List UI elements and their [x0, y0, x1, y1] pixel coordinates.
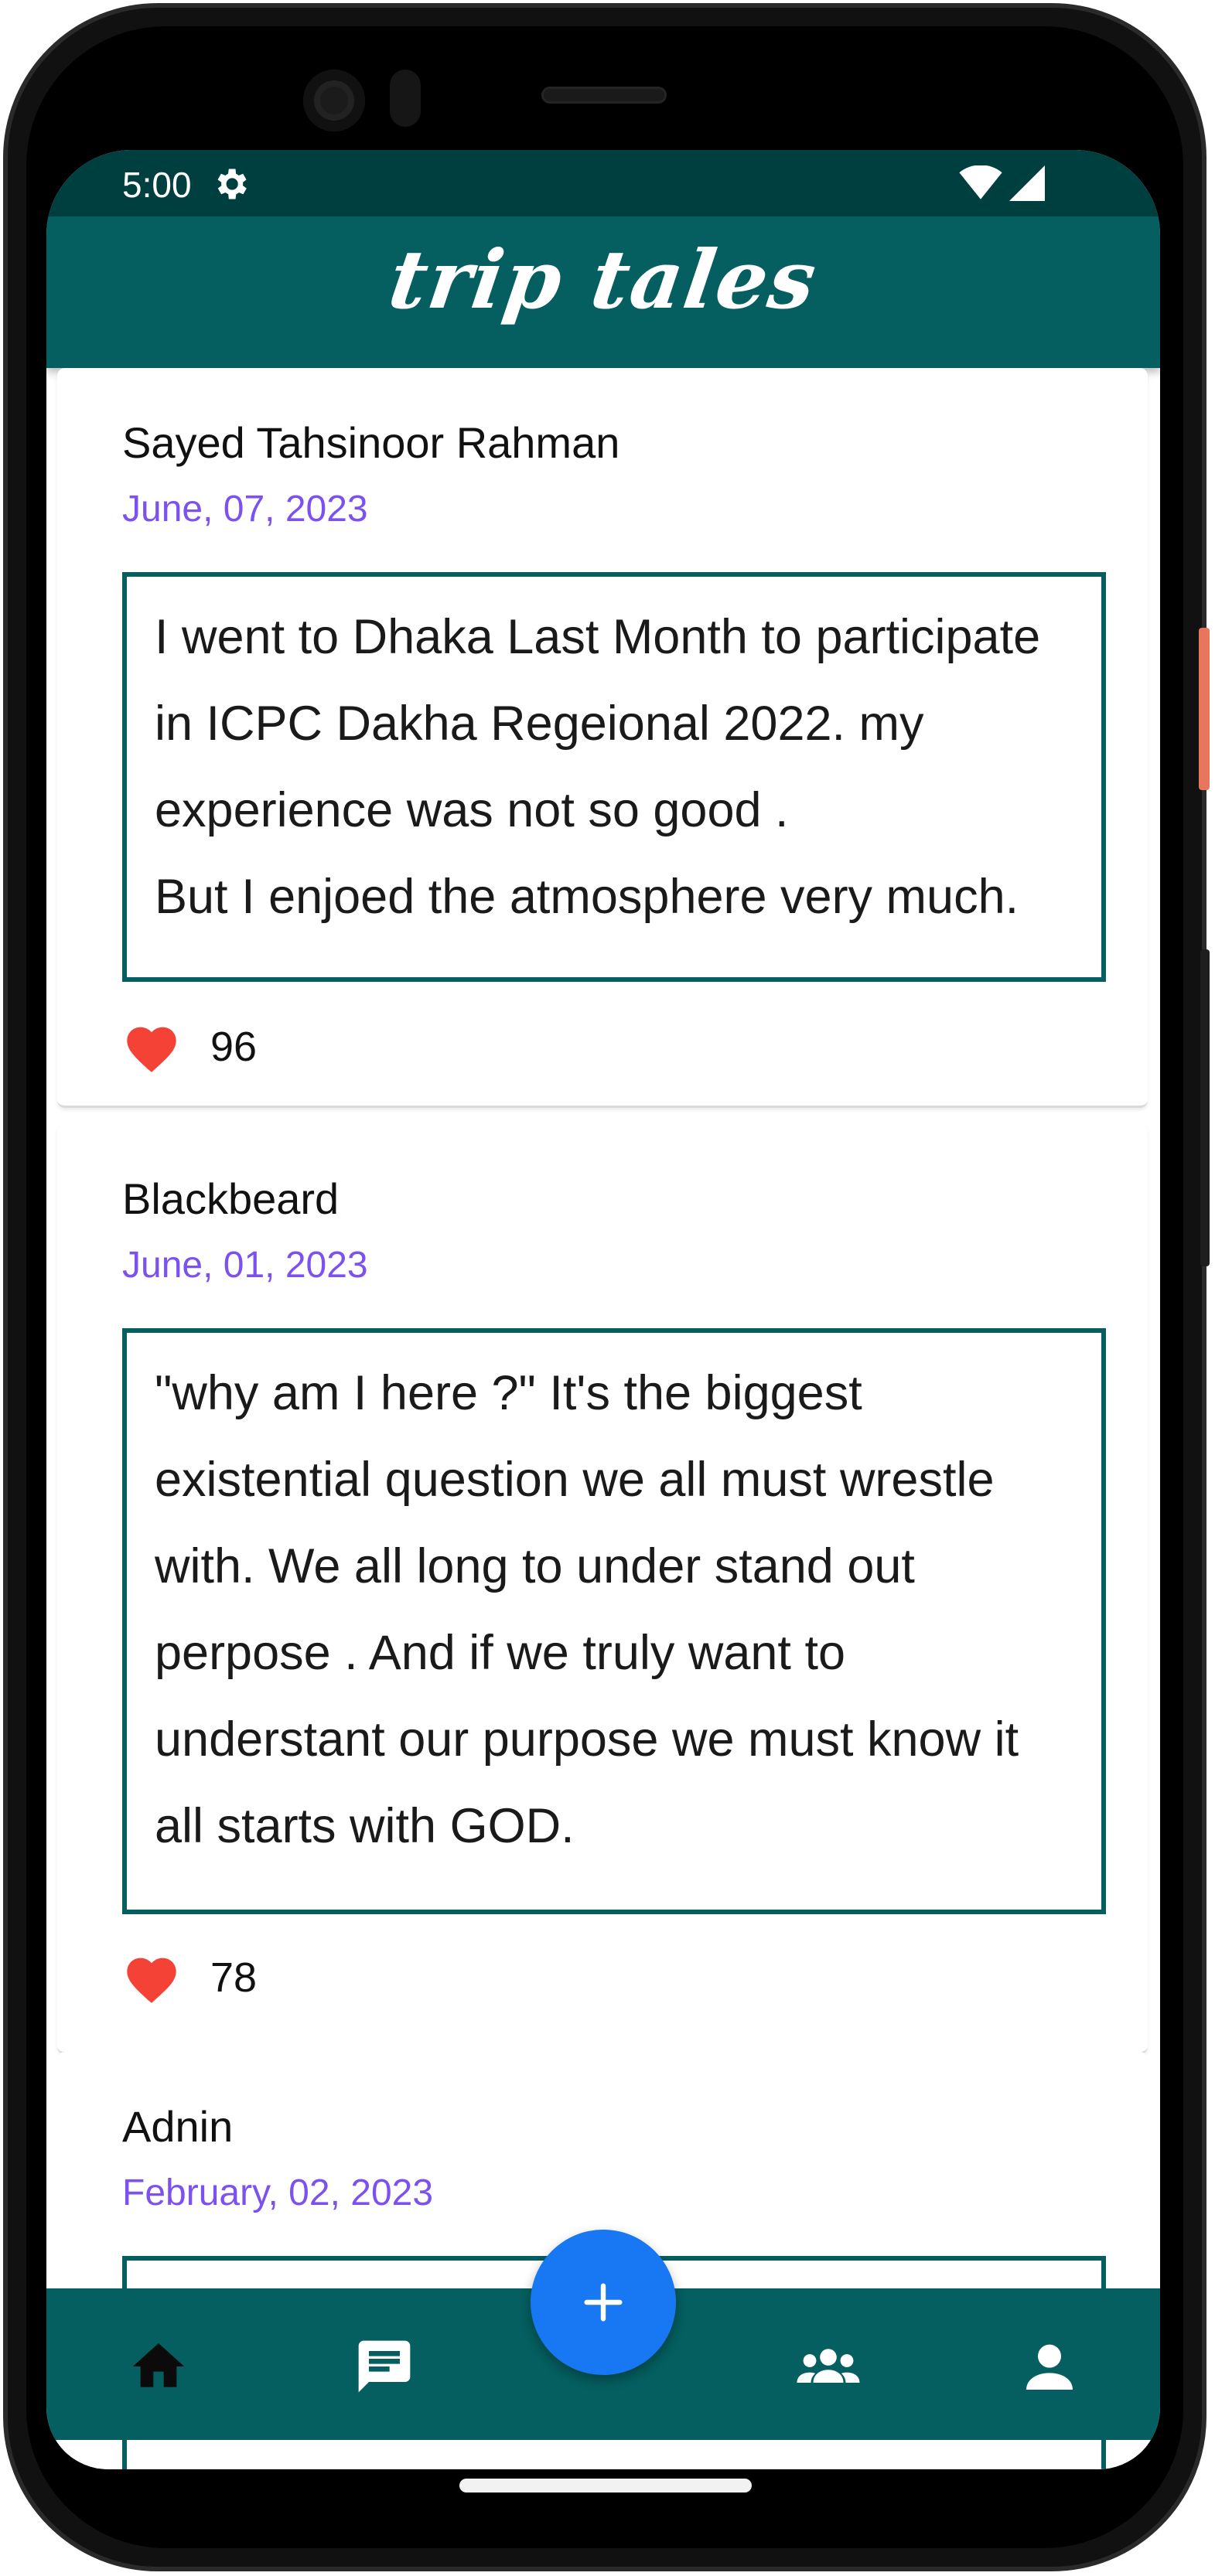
- post-date: June, 01, 2023: [122, 1245, 368, 1286]
- proximity-sensor: [390, 70, 421, 127]
- home-icon: [132, 2343, 185, 2387]
- power-button: [1199, 628, 1210, 790]
- settings-gear-icon: [217, 169, 247, 199]
- post-author[interactable]: Sayed Tahsinoor Rahman: [122, 417, 619, 468]
- post-author[interactable]: Adnin: [122, 2101, 233, 2152]
- home-indicator[interactable]: [459, 2479, 752, 2493]
- nav-profile[interactable]: [1015, 2332, 1084, 2401]
- heart-icon[interactable]: [122, 1951, 181, 2005]
- nav-messages[interactable]: [350, 2332, 419, 2401]
- app-header: trip tales: [46, 216, 1160, 368]
- volume-button: [1200, 949, 1210, 1266]
- group-icon: [797, 2349, 860, 2383]
- cell-signal-icon: [1009, 165, 1045, 201]
- chat-icon: [358, 2340, 411, 2393]
- add-icon: [584, 2283, 623, 2322]
- post-text-box: "why am I here ?" It's the biggest exist…: [122, 1328, 1106, 1914]
- post-card[interactable]: Sayed Tahsinoor Rahman June, 07, 2023 I …: [57, 368, 1148, 1108]
- nav-home[interactable]: [124, 2332, 193, 2401]
- heart-icon[interactable]: [122, 1020, 181, 1074]
- earpiece-speaker: [541, 87, 667, 104]
- post-text-box: I went to Dhaka Last Month to participat…: [122, 572, 1106, 982]
- post-date: June, 07, 2023: [122, 489, 368, 530]
- like-count: 96: [210, 1024, 258, 1070]
- post-author[interactable]: Blackbeard: [122, 1174, 339, 1224]
- status-bar: 5:00: [46, 150, 1160, 216]
- like-row: 96: [122, 1016, 257, 1078]
- post-date: February, 02, 2023: [122, 2172, 434, 2213]
- like-count: 78: [210, 1954, 258, 2001]
- add-post-button[interactable]: [531, 2230, 676, 2375]
- nav-groups[interactable]: [794, 2332, 863, 2401]
- status-time: 5:00: [122, 165, 192, 205]
- app-screen: 5:00 trip tales Sayed Tahsinoor Rahman J…: [46, 150, 1160, 2469]
- front-camera: [303, 70, 365, 131]
- app-title-logo: trip tales: [383, 232, 824, 327]
- post-card[interactable]: Blackbeard June, 01, 2023 "why am I here…: [57, 1124, 1148, 2054]
- like-row: 78: [122, 1947, 257, 2009]
- profile-icon: [1026, 2344, 1073, 2390]
- wifi-icon: [959, 165, 1002, 199]
